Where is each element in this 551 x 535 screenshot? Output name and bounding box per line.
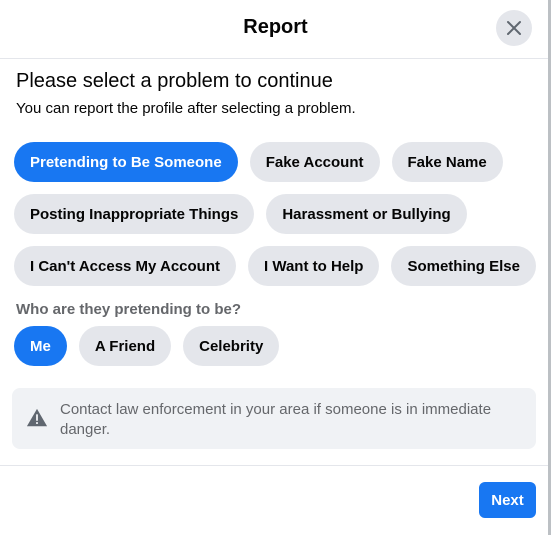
who-chip-me[interactable]: Me [14,326,67,366]
footer-divider [0,465,551,466]
problem-heading: Please select a problem to continue [16,70,333,92]
problem-chip-inappropriate[interactable]: Posting Inappropriate Things [14,194,255,234]
safety-notice: Contact law enforcement in your area if … [12,388,536,449]
next-button[interactable]: Next [479,482,536,518]
safety-notice-text: Contact law enforcement in your area if … [60,401,492,438]
problem-chip-harassment[interactable]: Harassment or Bullying [266,194,467,234]
problem-chip-pretending[interactable]: Pretending to Be Someone [14,142,238,182]
problem-chip-something-else[interactable]: Something Else [391,246,536,286]
problem-row-1: Pretending to Be Someone Fake Account Fa… [14,142,503,182]
who-options-row: Me A Friend Celebrity [14,326,280,366]
dialog-header: Report [0,0,551,59]
who-chip-celebrity[interactable]: Celebrity [183,326,280,366]
problem-row-3: I Can't Access My Account I Want to Help… [14,246,536,286]
pretending-question: Who are they pretending to be? [16,301,242,318]
problem-chip-fake-name[interactable]: Fake Name [391,142,503,182]
dialog-title: Report [243,16,308,38]
who-chip-a-friend[interactable]: A Friend [78,326,172,366]
close-button[interactable] [496,10,532,46]
problem-chip-fake-account[interactable]: Fake Account [249,142,380,182]
report-dialog: Report Please select a problem to contin… [0,0,551,535]
warning-triangle-icon [26,408,48,427]
problem-subheading: You can report the profile after selecti… [16,100,356,117]
close-icon [507,21,521,35]
problem-row-2: Posting Inappropriate Things Harassment … [14,194,467,234]
problem-chip-cant-access[interactable]: I Can't Access My Account [14,246,237,286]
problem-chip-want-to-help[interactable]: I Want to Help [248,246,380,286]
